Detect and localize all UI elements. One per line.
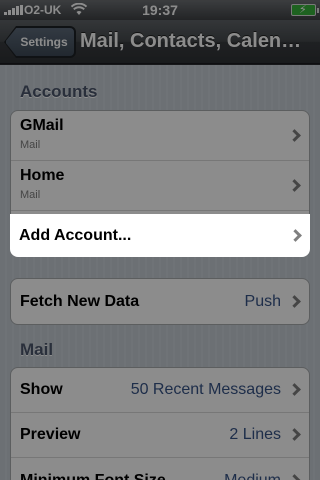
chevron-right-icon (288, 128, 301, 142)
page-title: Mail, Contacts, Calendars (80, 30, 310, 52)
minimum-font-size-value: Medium (224, 471, 281, 480)
lightning-bolt-icon: ⚡ (299, 4, 307, 16)
section-header-accounts: Accounts (20, 82, 98, 101)
account-subtitle: Mail (20, 189, 41, 201)
charging-battery-icon: ⚡ (291, 4, 319, 16)
fetch-label: Fetch New Data (20, 292, 140, 310)
show-value: 50 Recent Messages (130, 381, 281, 398)
chevron-right-icon (288, 428, 301, 441)
chevron-right-icon (288, 473, 301, 480)
add-account-label: Add Account... (19, 226, 132, 244)
preview-label: Preview (20, 426, 81, 443)
account-title: GMail (20, 117, 64, 134)
status-bar: O2-UK 19:37 ⚡ (0, 0, 320, 20)
add-account-row[interactable]: Add Account... (10, 214, 310, 257)
chevron-right-icon (289, 228, 302, 242)
settings-content[interactable]: Accounts GMail Mail Home Mail Fetch New … (0, 65, 320, 480)
preview-value: 2 Lines (229, 426, 281, 443)
section-header-mail: Mail (20, 340, 54, 359)
fetch-value: Push (244, 292, 281, 310)
show-label: Show (20, 381, 63, 398)
chevron-right-icon (288, 178, 301, 192)
account-row-home[interactable]: Home Mail (11, 161, 309, 211)
fetch-group: Fetch New Data Push (10, 278, 310, 325)
account-title: Home (20, 167, 65, 184)
preview-row[interactable]: Preview 2 Lines (11, 413, 309, 458)
clock: 19:37 (142, 2, 178, 18)
fetch-new-data-row[interactable]: Fetch New Data Push (11, 279, 309, 324)
chevron-right-icon (288, 383, 301, 396)
account-row-gmail[interactable]: GMail Mail (11, 111, 309, 161)
mail-group: Show 50 Recent Messages Preview 2 Lines … (10, 367, 310, 480)
minimum-font-size-row[interactable]: Minimum Font Size Medium (11, 458, 309, 480)
minimum-font-size-label: Minimum Font Size (20, 471, 166, 480)
back-button[interactable]: Settings (5, 27, 75, 57)
account-subtitle: Mail (20, 139, 41, 151)
navigation-bar: Settings Mail, Contacts, Calendars (0, 20, 320, 64)
show-row[interactable]: Show 50 Recent Messages (11, 368, 309, 413)
chevron-right-icon (288, 294, 301, 308)
